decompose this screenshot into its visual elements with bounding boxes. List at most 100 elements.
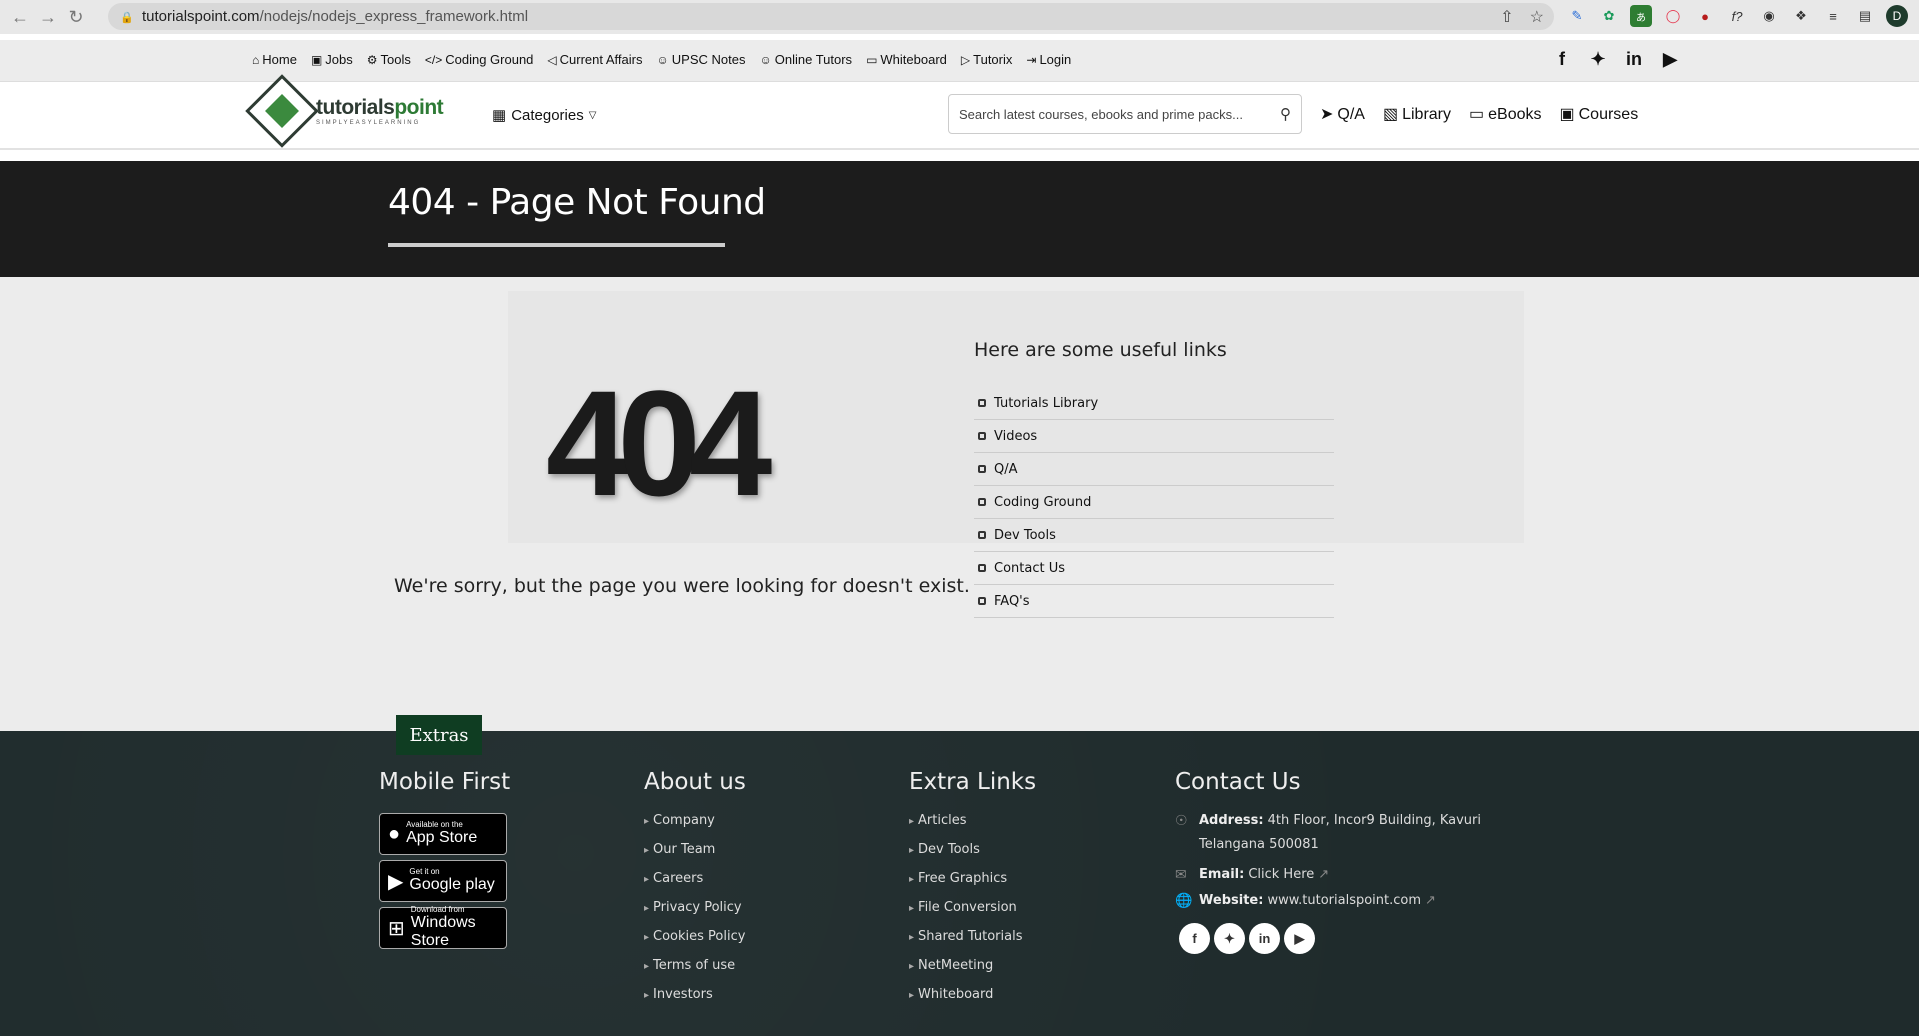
page-title: 404 - Page Not Found [388, 182, 766, 223]
top-link-tutorix[interactable]: ▷ Tutorix [961, 52, 1012, 67]
search-input[interactable] [959, 106, 1259, 122]
footer-link[interactable]: Cookies Policy [644, 929, 746, 958]
user-icon: ☺ [759, 53, 772, 67]
back-icon[interactable]: ← [6, 3, 34, 31]
twitter-icon[interactable]: ✦ [1587, 48, 1609, 70]
page-banner: 404 - Page Not Found [0, 161, 1919, 277]
footer-social-icons: f ✦ in ▶ [1179, 923, 1481, 954]
board-icon: ▭ [866, 53, 878, 67]
top-links: ⌂ Home ▣ Jobs ⚙ Tools </> Coding Ground ◁ Current… [252, 52, 1071, 67]
browser-toolbar: ← → ↻ 🔒 tutorialspoint.com/nodejs/nodejs… [0, 0, 1919, 34]
header-link-ebooks[interactable]: ▭ eBooks [1469, 104, 1542, 124]
youtube-icon[interactable]: ▶ [1659, 48, 1681, 70]
extension-translate-icon[interactable]: あ [1630, 5, 1652, 27]
bullet-icon [978, 399, 986, 407]
extension-pen-icon[interactable]: ✎ [1566, 5, 1588, 27]
footer-link[interactable]: Terms of use [644, 958, 746, 987]
top-link-coding-ground[interactable]: </> Coding Ground [425, 52, 534, 67]
footer-link[interactable]: NetMeeting [909, 958, 1036, 987]
footer-link[interactable]: Dev Tools [909, 842, 1036, 871]
top-link-current-affairs[interactable]: ◁ Current Affairs [547, 52, 642, 67]
header-link-library[interactable]: ▧ Library [1383, 104, 1451, 124]
useful-link-item[interactable]: Coding Ground [974, 486, 1334, 519]
top-link-jobs[interactable]: ▣ Jobs [311, 52, 353, 67]
extension-eye-icon[interactable]: ◉ [1758, 5, 1780, 27]
top-link-login[interactable]: ⇥ Login [1026, 52, 1071, 67]
linkedin-icon[interactable]: in [1249, 923, 1280, 954]
useful-link-item[interactable]: Q/A [974, 453, 1334, 486]
footer-link[interactable]: Shared Tutorials [909, 929, 1036, 958]
footer-extra-column: Extra Links ArticlesDev ToolsFree Graphi… [909, 769, 1036, 1016]
extensions-puzzle-icon[interactable]: ❖ [1790, 5, 1812, 27]
categories-menu[interactable]: ▦ Categories ▽ [492, 106, 596, 125]
top-link-whiteboard[interactable]: ▭ Whiteboard [866, 52, 947, 67]
footer-link[interactable]: Articles [909, 813, 1036, 842]
extra-links-title: Extra Links [909, 769, 1037, 795]
top-link-online-tutors[interactable]: ☺ Online Tutors [759, 52, 852, 67]
site-header: tutorialspoint SIMPLYEASYLEARNING ▦ Cate… [0, 74, 1919, 150]
address-bar[interactable]: 🔒 tutorialspoint.com/nodejs/nodejs_expre… [108, 3, 1554, 30]
facebook-icon[interactable]: f [1179, 923, 1210, 954]
twitter-icon[interactable]: ✦ [1214, 923, 1245, 954]
search-box: ⚲ [948, 94, 1302, 134]
extension-leaf-icon[interactable]: ✿ [1598, 5, 1620, 27]
apple-icon: ● [388, 822, 401, 845]
mobile-title: Mobile First [379, 769, 511, 795]
search-icon[interactable]: ⚲ [1280, 105, 1291, 123]
extension-ninja-icon[interactable]: ● [1694, 5, 1716, 27]
location-pin-icon: ☉ [1175, 813, 1188, 829]
footer-link[interactable]: File Conversion [909, 900, 1036, 929]
extra-links: ArticlesDev ToolsFree GraphicsFile Conve… [909, 813, 1036, 1016]
footer-link[interactable]: Privacy Policy [644, 900, 746, 929]
globe-icon: 🌐 [1175, 893, 1193, 909]
store-badge-apple[interactable]: ● Available on the App Store [379, 813, 507, 855]
useful-link-item[interactable]: Dev Tools [974, 519, 1334, 552]
top-link-home[interactable]: ⌂ Home [252, 52, 297, 67]
store-badge-google-play[interactable]: ▶ Get it on Google play [379, 860, 507, 902]
logo-mark-icon [245, 74, 319, 148]
footer-link[interactable]: Investors [644, 987, 746, 1016]
top-link-upsc-notes[interactable]: ☺ UPSC Notes [657, 52, 746, 67]
footer-link[interactable]: Careers [644, 871, 746, 900]
contact-email: ✉ Email: Click Here ↗ [1175, 867, 1330, 883]
lock-icon: 🔒 [120, 11, 134, 24]
youtube-icon[interactable]: ▶ [1284, 923, 1315, 954]
top-link-tools[interactable]: ⚙ Tools [367, 52, 411, 67]
side-panel-icon[interactable]: ▤ [1854, 5, 1876, 27]
about-links: CompanyOur TeamCareersPrivacy PolicyCook… [644, 813, 746, 1016]
bullet-icon [978, 597, 986, 605]
envelope-icon: ✉ [1175, 867, 1187, 883]
share-icon[interactable]: ⇧ [1500, 7, 1513, 27]
useful-link-item[interactable]: Videos [974, 420, 1334, 453]
email-link[interactable]: Click Here [1248, 867, 1314, 883]
extras-tab: Extras [396, 715, 482, 755]
logo-text-point: point [394, 96, 444, 119]
main-content: 404 We're sorry, but the page you were l… [0, 277, 1919, 731]
footer-link[interactable]: Our Team [644, 842, 746, 871]
useful-link-item[interactable]: Tutorials Library [974, 387, 1334, 420]
bookmark-star-icon[interactable]: ☆ [1530, 7, 1544, 27]
extension-formula-icon[interactable]: f? [1726, 5, 1748, 27]
header-link-qa[interactable]: ➤ Q/A [1320, 104, 1365, 124]
useful-link-item[interactable]: FAQ's [974, 585, 1334, 618]
site-logo[interactable]: tutorialspoint SIMPLYEASYLEARNING [245, 74, 444, 148]
linkedin-icon[interactable]: in [1623, 48, 1645, 70]
user-icon: ☺ [656, 53, 669, 67]
profile-avatar[interactable]: D [1886, 5, 1908, 27]
website-link[interactable]: www.tutorialspoint.com [1267, 893, 1421, 909]
header-links: ➤ Q/A ▧ Library ▭ eBooks ▣ Courses [1320, 104, 1638, 124]
footer-link[interactable]: Company [644, 813, 746, 842]
external-link-icon: ↗ [1425, 893, 1436, 908]
store-badge-windows[interactable]: ⊞ Download from Windows Store [379, 906, 507, 949]
pocket-icon[interactable]: ◯ [1662, 5, 1684, 27]
reload-icon[interactable]: ↻ [62, 3, 90, 31]
forward-icon[interactable]: → [34, 3, 62, 31]
footer-link[interactable]: Free Graphics [909, 871, 1036, 900]
facebook-icon[interactable]: f [1551, 48, 1573, 70]
store-badges: ● Available on the App Store ▶ Get it on Goog… [379, 813, 510, 949]
useful-link-item[interactable]: Contact Us [974, 552, 1334, 585]
reading-list-icon[interactable]: ≡ [1822, 5, 1844, 27]
footer-link[interactable]: Whiteboard [909, 987, 1036, 1016]
useful-links-title: Here are some useful links [974, 339, 1227, 361]
header-link-courses[interactable]: ▣ Courses [1560, 104, 1639, 124]
